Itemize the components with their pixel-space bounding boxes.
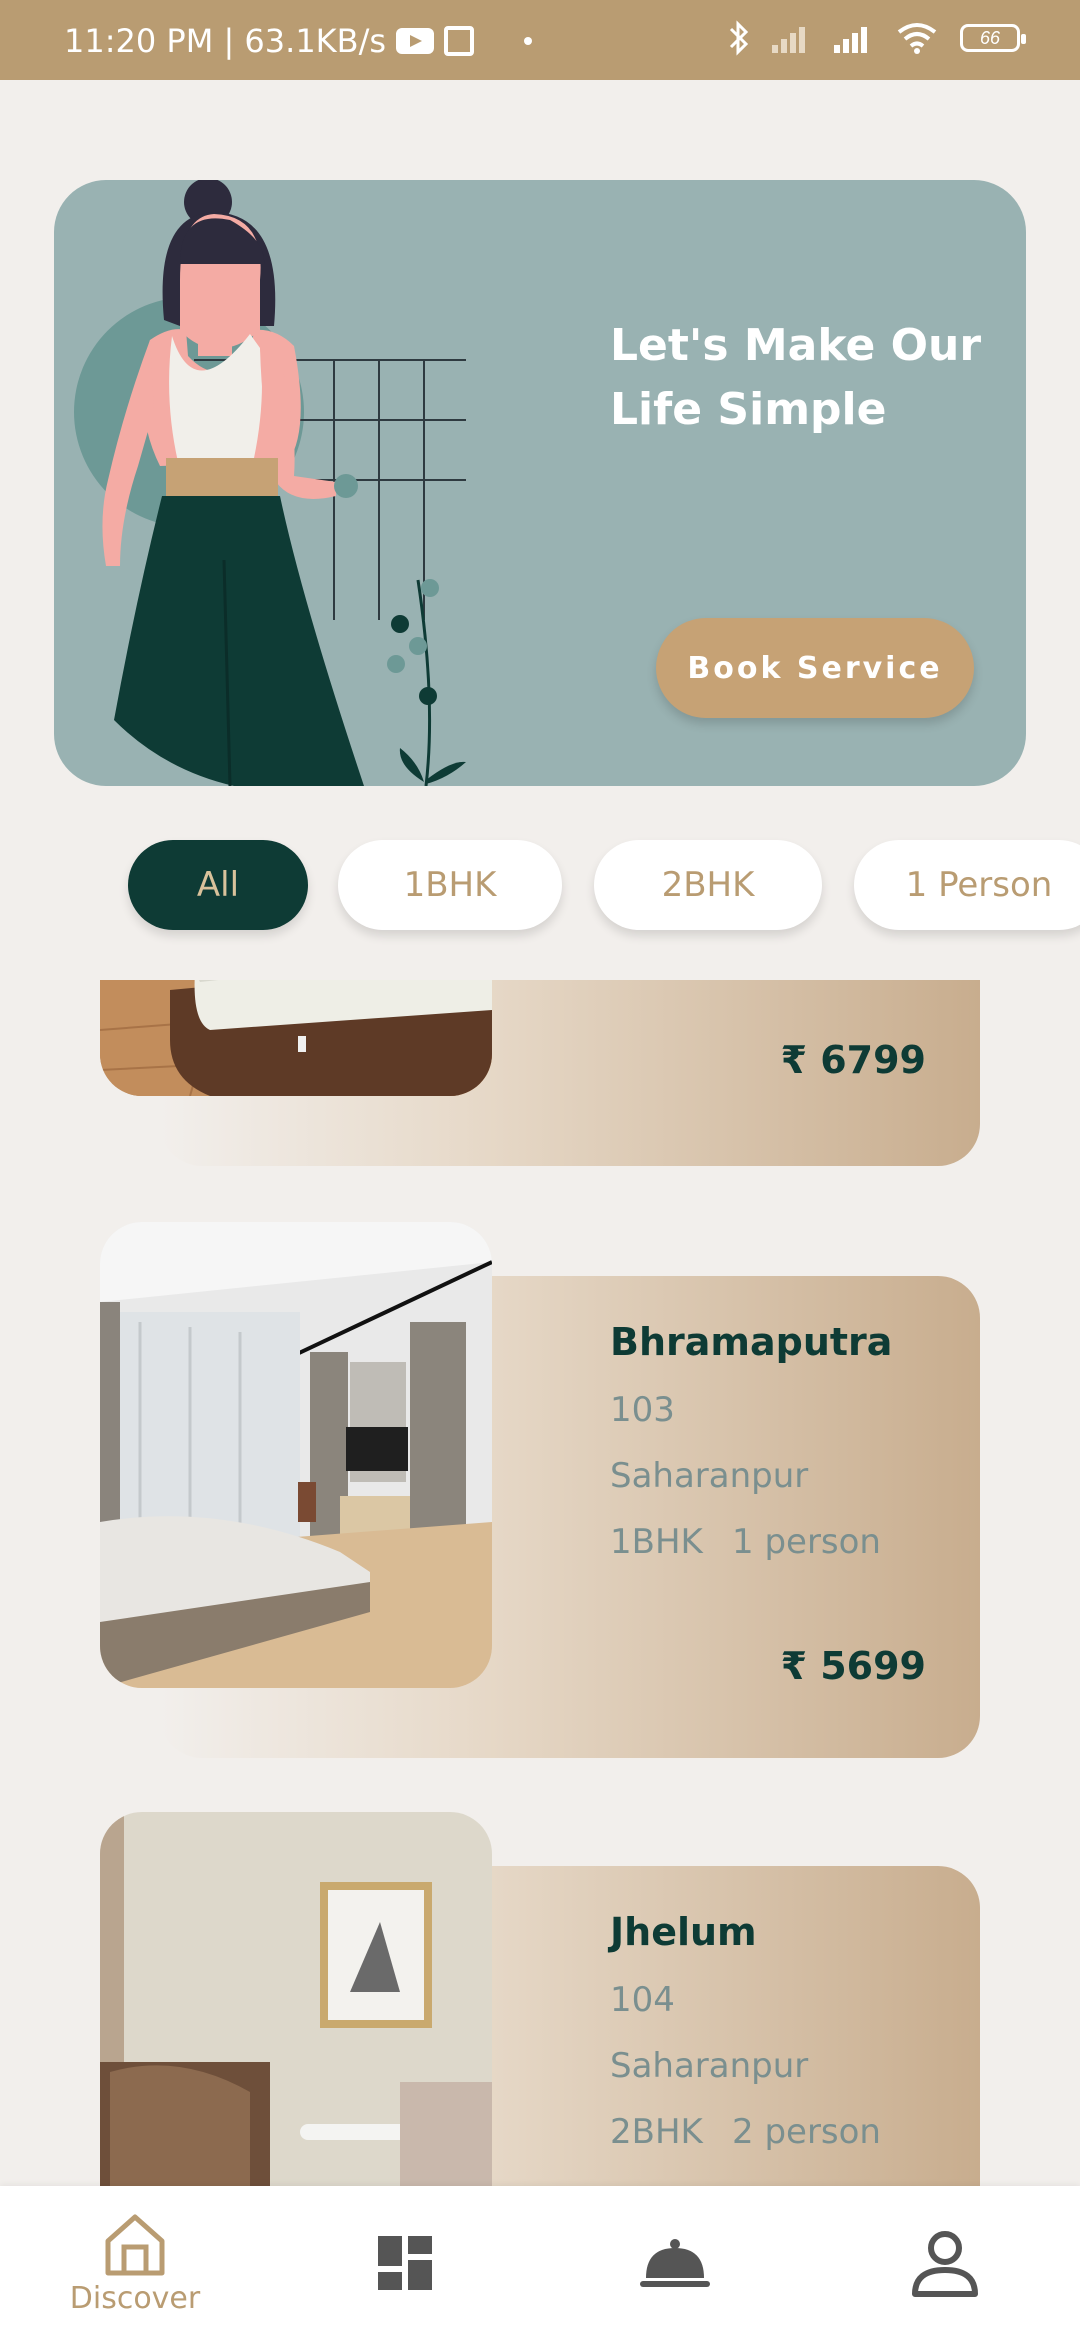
room-number: 103	[610, 1390, 675, 1430]
nav-services[interactable]	[620, 2186, 730, 2340]
room-price: ₹ 6799	[780, 1038, 926, 1082]
youtube-icon	[396, 28, 435, 54]
status-time-speed: 11:20 PM | 63.1KB/s	[64, 22, 387, 60]
filter-chip-1bhk[interactable]: 1BHK	[338, 840, 562, 930]
nav-profile[interactable]	[890, 2186, 1000, 2340]
room-name: Jhelum	[610, 1910, 757, 1954]
twitch-icon	[444, 26, 475, 56]
nav-dashboard[interactable]	[350, 2186, 460, 2340]
nav-discover[interactable]: Discover	[62, 2186, 208, 2340]
hero-title: Let's Make Our Life Simple	[610, 314, 1000, 442]
hero-title-line1: Let's Make Our	[610, 320, 982, 371]
woman-illustration	[74, 180, 466, 786]
room-city: Saharanpur	[610, 2046, 809, 2086]
hero-banner: Let's Make Our Life Simple Book Service	[54, 180, 1026, 786]
room-list: ₹ 6799 Bhramaputra 103 Saharanpur 1BHK 1…	[0, 980, 1080, 2186]
room-city: Saharanpur	[610, 1456, 809, 1496]
living-room-image	[100, 1812, 492, 2186]
mattress-image	[100, 980, 492, 1096]
nav-discover-label: Discover	[69, 2280, 201, 2316]
profile-icon	[912, 2231, 978, 2297]
bedroom-image	[100, 1222, 492, 1688]
room-price: ₹ 5699	[780, 1644, 926, 1688]
room-card[interactable]: Bhramaputra 103 Saharanpur 1BHK 1 person…	[100, 1222, 980, 1758]
room-card[interactable]: ₹ 6799	[100, 980, 980, 1166]
book-service-button[interactable]: Book Service	[656, 618, 974, 718]
service-bell-icon	[640, 2239, 710, 2287]
bottom-navigation: Discover	[0, 2186, 1080, 2340]
filter-chip-1-person[interactable]: 1 Person	[854, 840, 1080, 930]
filter-chip-2bhk[interactable]: 2BHK	[594, 840, 822, 930]
battery-level: 66	[979, 27, 1001, 48]
room-image	[100, 1812, 492, 2186]
room-persons: 1 person	[732, 1522, 881, 1562]
room-persons: 2 person	[732, 2112, 881, 2152]
status-right: 66	[728, 20, 1026, 56]
room-type: 1BHK	[610, 1522, 703, 1562]
bluetooth-icon	[729, 20, 749, 56]
battery-icon: 66	[960, 24, 1026, 52]
status-left: 11:20 PM | 63.1KB/s	[64, 22, 533, 60]
room-type: 2BHK	[610, 2112, 703, 2152]
status-bar: 11:20 PM | 63.1KB/s 66	[0, 0, 1080, 80]
filter-chips: All 1BHK 2BHK 1 Person	[0, 840, 1080, 930]
signal-2-icon	[834, 27, 867, 53]
wifi-icon	[897, 23, 937, 54]
room-name: Bhramaputra	[610, 1320, 893, 1364]
room-card[interactable]: Jhelum 104 Saharanpur 2BHK 2 person	[100, 1812, 980, 2186]
notification-dot-icon	[524, 37, 533, 45]
hero-title-line2: Life Simple	[610, 384, 887, 435]
home-icon	[105, 2214, 165, 2275]
room-image	[100, 1222, 492, 1688]
filter-chip-all[interactable]: All	[128, 840, 308, 930]
room-image	[100, 980, 492, 1096]
room-number: 104	[610, 1980, 675, 2020]
signal-1-icon	[772, 27, 805, 53]
dashboard-icon	[378, 2236, 432, 2290]
